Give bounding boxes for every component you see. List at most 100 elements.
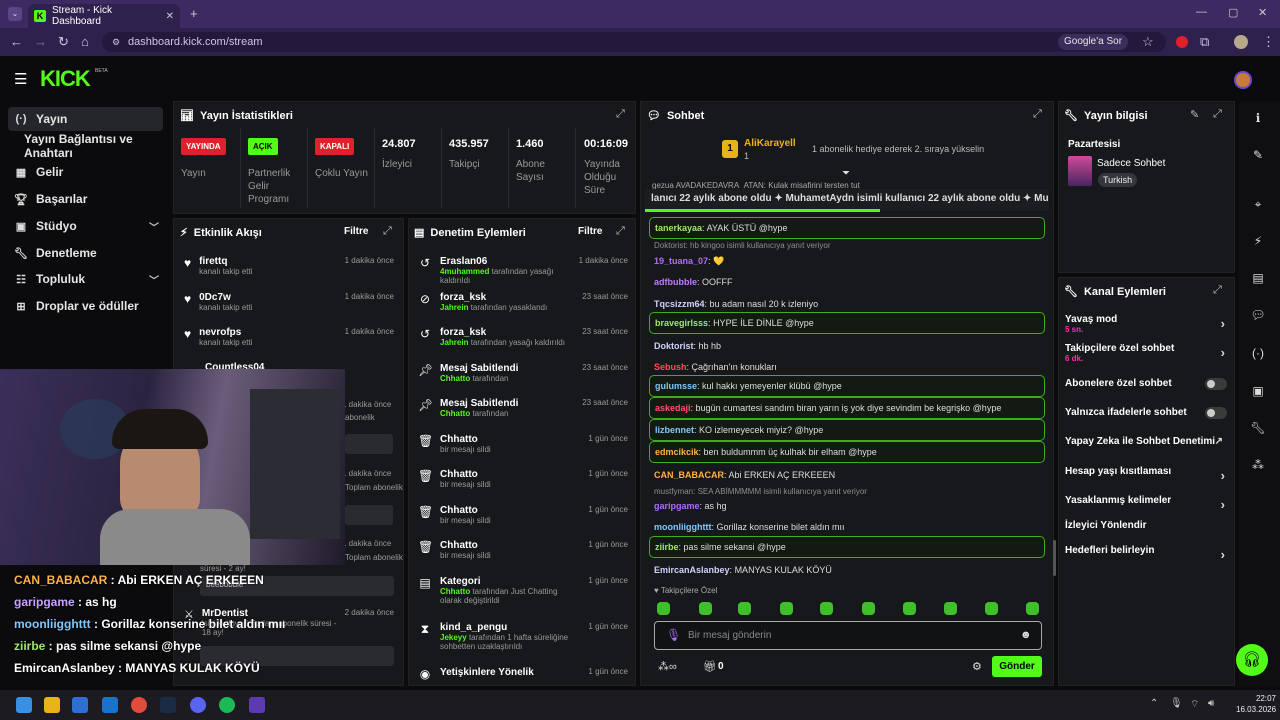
chat-username[interactable]: lizbennet — [655, 425, 694, 435]
document-icon[interactable]: ▤ — [1247, 267, 1269, 289]
support-headset-icon[interactable]: 🎧︎ — [1236, 644, 1268, 676]
emote-icon[interactable] — [780, 602, 793, 615]
expand-icon[interactable]: ⤢ — [616, 225, 625, 238]
wrench-icon[interactable]: 🔧︎ — [1247, 417, 1269, 439]
event-actor[interactable]: Jahrein — [440, 338, 468, 347]
event-title[interactable]: Chhatto — [440, 540, 580, 551]
expand-icon[interactable]: ⤢ — [1213, 108, 1222, 121]
event-actor[interactable]: Chhatto — [440, 587, 470, 596]
browser-tab[interactable]: K Stream - Kick Dashboard ✕ — [28, 4, 180, 28]
chat-username[interactable]: tanerkayaa — [655, 223, 702, 233]
network-icon[interactable]: ⌔ — [1190, 698, 1199, 711]
event-title[interactable]: kind_a_pengu — [440, 622, 580, 633]
chrome-icon[interactable] — [131, 697, 147, 713]
sidebar-item-denetleme[interactable]: 🔧︎ Denetleme — [8, 241, 163, 265]
emote-icon[interactable] — [944, 602, 957, 615]
extensions-puzzle-icon[interactable]: ⧉ — [1200, 34, 1209, 50]
sidebar-item-studyo[interactable]: ▣ Stüdyo ﹀ — [8, 214, 163, 238]
event-actor[interactable]: Chhatto — [440, 374, 470, 383]
event-user[interactable]: nevrofps — [199, 327, 337, 338]
expand-icon[interactable]: ⤢ — [1033, 108, 1042, 121]
hamburger-menu-icon[interactable]: ☰ — [14, 70, 27, 88]
event-title[interactable]: Eraslan06 — [440, 256, 571, 267]
chat-username[interactable]: EmircanAslanbey — [654, 565, 730, 575]
profile-avatar[interactable] — [1234, 35, 1248, 49]
reload-icon[interactable]: ↻ — [58, 34, 69, 50]
chat-username[interactable]: ziirbe — [655, 542, 679, 552]
mic-icon[interactable]: 🎙︎ — [1170, 698, 1183, 709]
sidebar-item-basarilar[interactable]: 🏆︎ Başarılar — [8, 187, 163, 211]
chat-username[interactable]: 19_tuana_07 — [654, 256, 708, 266]
broadcast-icon[interactable]: (·) — [1247, 342, 1269, 364]
tab-close-icon[interactable]: ✕ — [166, 11, 174, 22]
expand-icon[interactable]: ⤢ — [383, 225, 392, 238]
user-avatar[interactable] — [1234, 71, 1252, 89]
bookmark-star-icon[interactable]: ☆ — [1142, 34, 1154, 50]
edit-pencil-icon[interactable]: ✎ — [1190, 108, 1199, 121]
channel-action-3[interactable]: Yalnızca ifadelerle sohbet — [1065, 407, 1227, 419]
event-title[interactable]: Mesaj Sabitlendi — [440, 398, 574, 409]
event-actor[interactable]: Jahrein — [440, 303, 468, 312]
chat-username[interactable]: edmcikcik — [655, 447, 699, 457]
channel-action-8[interactable]: Hedefleri belirleyin › — [1065, 545, 1227, 562]
address-bar[interactable]: dashboard.kick.com/stream — [102, 32, 1166, 52]
channel-action-7[interactable]: İzleyici Yönlendir — [1065, 520, 1227, 531]
event-title[interactable]: Chhatto — [440, 469, 580, 480]
emote-icon[interactable] — [985, 602, 998, 615]
channel-action-0[interactable]: Yavaş mod 5 sn. › — [1065, 314, 1227, 334]
back-icon[interactable]: ← — [10, 34, 23, 49]
app-icon[interactable] — [249, 697, 265, 713]
sidebar-item-gelir[interactable]: ▦ Gelir — [8, 160, 163, 184]
spotify-icon[interactable] — [219, 697, 235, 713]
outlook-icon[interactable] — [102, 697, 118, 713]
emote-icon[interactable] — [699, 602, 712, 615]
chat-username[interactable]: Sebush — [654, 362, 687, 372]
emote-icon[interactable] — [903, 602, 916, 615]
event-actor[interactable]: 4muhammed — [440, 267, 489, 276]
chat-scrollbar[interactable] — [1053, 540, 1056, 576]
emote-icon[interactable] — [820, 602, 833, 615]
moderation-filter-button[interactable]: Filtre — [578, 226, 602, 237]
sidebar-item-droplar[interactable]: ⊞ Droplar ve ödüller — [8, 294, 163, 318]
points-icon[interactable]: ⁂∞ — [658, 660, 677, 673]
sidebar-item-topluluk[interactable]: ☷ Topluluk ﹀ — [8, 267, 163, 291]
tab-search-icon[interactable]: ⌄ — [8, 7, 22, 21]
site-info-icon[interactable]: ⚙ — [112, 37, 120, 48]
channel-action-1[interactable]: Takipçilere özel sohbet 6 dk. › — [1065, 343, 1227, 363]
new-tab-icon[interactable]: + — [190, 6, 198, 21]
toggle-switch[interactable] — [1205, 378, 1227, 390]
maximize-icon[interactable]: ▢ — [1228, 6, 1238, 19]
event-title[interactable]: Yetişkinlere Yönelik — [440, 667, 580, 678]
community-icon[interactable]: ⁂ — [1247, 454, 1269, 476]
event-user[interactable]: 0Dc7w — [199, 292, 337, 303]
event-user[interactable]: firettq — [199, 256, 337, 267]
window-close-icon[interactable]: ✕ — [1258, 6, 1267, 19]
sidebar-item-yayin[interactable]: (·) Yayın — [8, 107, 163, 131]
focus-icon[interactable]: ⌖ — [1247, 193, 1269, 215]
chat-username[interactable]: garipgame — [654, 501, 700, 511]
expand-icon[interactable]: ⤢ — [616, 108, 625, 121]
discord-icon[interactable] — [190, 697, 206, 713]
lightning-icon[interactable]: ⚡︎ — [1247, 230, 1269, 252]
volume-icon[interactable]: 🔊︎ — [1208, 698, 1214, 709]
chat-username[interactable]: askedaji — [655, 403, 691, 413]
layout-icon[interactable]: ▣ — [1247, 380, 1269, 402]
mic-icon[interactable]: 🎙︎ — [666, 628, 681, 642]
emote-icon[interactable] — [657, 602, 670, 615]
edit-icon[interactable]: ✎ — [1247, 144, 1269, 166]
emote-icon[interactable] — [862, 602, 875, 615]
channel-action-4[interactable]: Yapay Zeka ile Sohbet Denetimi ↗ — [1065, 436, 1227, 447]
gift-icon[interactable]: 🎁︎ — [703, 660, 717, 673]
channel-action-2[interactable]: Abonelere özel sohbet — [1065, 378, 1227, 390]
chat-username[interactable]: CAN_BABACAR — [654, 470, 724, 480]
top-gifter-name[interactable]: AliKarayell — [744, 138, 796, 149]
emote-icon[interactable] — [738, 602, 751, 615]
chat-username[interactable]: Tqcsizzm64 — [654, 299, 705, 309]
settings-gear-icon[interactable]: ⚙ — [972, 660, 982, 673]
forward-icon[interactable]: → — [34, 34, 47, 49]
home-icon[interactable]: ⌂ — [81, 34, 89, 49]
minimize-icon[interactable]: — — [1196, 6, 1207, 18]
chat-username[interactable]: adfbubble — [654, 277, 697, 287]
google-search-button[interactable]: Google'a Sor — [1058, 34, 1129, 50]
kick-logo[interactable]: KICK — [40, 66, 91, 92]
